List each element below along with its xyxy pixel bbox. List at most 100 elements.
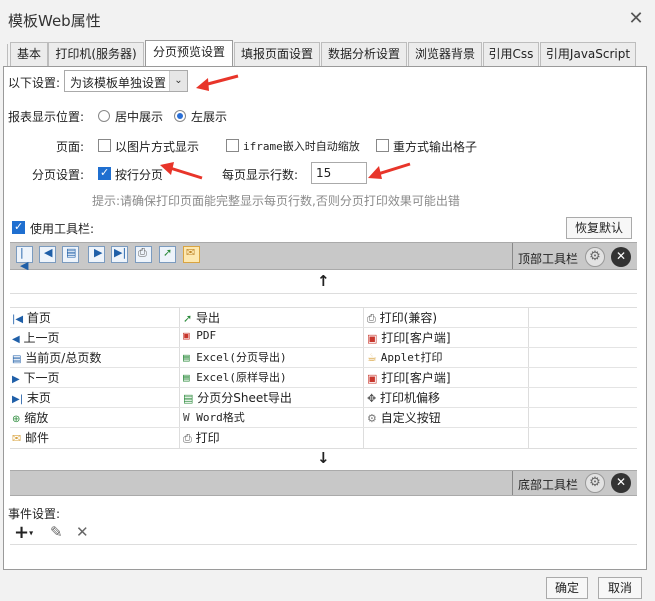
prev-page-icon: ◀ (12, 334, 20, 345)
arrow-up-icon[interactable]: ↑ (317, 272, 330, 290)
prev-page-icon[interactable]: ◀ (39, 246, 56, 263)
grid-row-divider (10, 347, 637, 348)
radio-left[interactable] (174, 110, 186, 122)
gear-icon[interactable]: ⚙ (585, 247, 605, 267)
grid-item-last-page[interactable]: ▶| 末页 (12, 389, 51, 406)
grid-item-applet-print[interactable]: ☕ Applet打印 (367, 349, 442, 365)
chevron-down-icon[interactable]: ⌄ (169, 71, 187, 91)
grid-item-first-page[interactable]: |◀ 首页 (12, 309, 51, 326)
tab-javascript[interactable]: 引用JavaScript (540, 42, 636, 66)
last-page-icon: ▶| (12, 394, 24, 405)
events-list[interactable] (10, 544, 637, 568)
toolbar-divider (512, 471, 513, 495)
excel-icon: ▤ (183, 371, 190, 384)
next-page-icon[interactable]: ▶ (88, 246, 105, 263)
mode-select-value: 为该模板单独设置 (70, 76, 167, 90)
checkbox-heavy-output[interactable] (376, 139, 389, 152)
grid-item-excel-sheet[interactable]: ▤ 分页分Sheet导出 (183, 389, 292, 406)
pdf-print-icon: ▣ (367, 372, 378, 385)
word-icon: W (183, 411, 190, 424)
print-icon[interactable]: ⎙ (135, 246, 152, 263)
grid-item-word[interactable]: W Word格式 (183, 409, 245, 425)
page-count-icon: ▤ (12, 354, 22, 365)
email-icon[interactable]: ✉ (183, 246, 200, 263)
tab-printer-server[interactable]: 打印机(服务器) (48, 42, 144, 66)
mode-select[interactable]: 为该模板单独设置 ⌄ (64, 70, 188, 92)
tab-data-analysis[interactable]: 数据分析设置 (321, 42, 407, 66)
window-title: 模板Web属性 (8, 12, 101, 30)
hint-text: 提示:请确保打印页面能完整显示每页行数,否则分页打印效果可能出错 (92, 194, 460, 208)
radio-left-label: 左展示 (191, 110, 228, 124)
radio-center-label: 居中展示 (115, 110, 164, 124)
first-page-icon[interactable]: |◀ (16, 246, 33, 272)
grid-item-excel-paged[interactable]: ▤ Excel(分页导出) (183, 349, 287, 365)
arrow-down-icon[interactable]: ↓ (317, 449, 330, 467)
paging-label: 分页设置: (32, 168, 85, 182)
close-icon[interactable]: ✕ (626, 8, 646, 29)
last-page-icon[interactable]: ▶| (111, 246, 128, 263)
excel-icon: ▤ (183, 351, 190, 364)
title-bar: 模板Web属性 ✕ (0, 0, 655, 40)
rows-per-page-input[interactable]: 15 (311, 162, 367, 184)
remove-toolbar-icon[interactable]: ✕ (611, 473, 631, 493)
radio-center[interactable] (98, 110, 110, 122)
grid-item-print-client[interactable]: ▣ 打印[客户端] (367, 329, 451, 346)
rows-per-page-label: 每页显示行数: (222, 168, 299, 182)
checkbox-paging-by-row[interactable] (98, 166, 111, 180)
export-icon[interactable]: ➚ (159, 246, 176, 263)
delete-icon[interactable]: ✕ (76, 523, 89, 541)
add-icon[interactable]: +▾ (14, 522, 33, 543)
tab-fill-page[interactable]: 填报页面设置 (234, 42, 320, 66)
grid-item-zoom[interactable]: ⊕ 缩放 (12, 409, 48, 426)
pdf-icon: ▣ (183, 329, 190, 342)
grid-item-excel-original[interactable]: ▤ Excel(原样导出) (183, 369, 287, 385)
first-page-icon: |◀ (12, 314, 24, 325)
grid-item-printer-offset[interactable]: ✥ 打印机偏移 (367, 389, 440, 406)
grid-item-print-client-2[interactable]: ▣ 打印[客户端] (367, 369, 451, 386)
annotation-arrow-icon (160, 162, 203, 180)
image-mode-label: 以图片方式显示 (115, 140, 200, 154)
checkbox-use-toolbar[interactable] (12, 220, 25, 234)
ok-button[interactable]: 确定 (546, 577, 588, 599)
edit-icon[interactable]: ✎ (50, 523, 63, 541)
position-label: 报表显示位置: (8, 110, 85, 124)
restore-default-button[interactable]: 恢复默认 (566, 217, 632, 239)
tab-edge-left (0, 44, 8, 66)
tab-basic[interactable]: 基本 (10, 42, 48, 66)
page-label: 页面: (56, 140, 85, 154)
mode-label: 以下设置: (8, 76, 61, 90)
checkbox-image-mode[interactable] (98, 139, 111, 152)
remove-toolbar-icon[interactable]: ✕ (611, 247, 631, 267)
tab-css[interactable]: 引用Css (483, 42, 539, 66)
grid-item-pdf[interactable]: ▣ PDF (183, 329, 216, 342)
print-icon: ⎙ (367, 312, 376, 325)
tab-browser-bg[interactable]: 浏览器背景 (408, 42, 482, 66)
next-page-icon: ▶ (12, 374, 20, 385)
top-toolbar-label: 顶部工具栏 (518, 252, 579, 266)
grid-item-next-page[interactable]: ▶ 下一页 (12, 369, 60, 386)
grid-row-divider (10, 407, 637, 408)
grid-row-divider (10, 327, 637, 328)
grid-row-divider (10, 367, 637, 368)
grid-item-print-compatible[interactable]: ⎙ 打印(兼容) (367, 309, 437, 326)
grid-item-custom-button[interactable]: ⚙ 自定义按钮 (367, 409, 441, 426)
use-toolbar-label: 使用工具栏: (30, 222, 95, 236)
cancel-button[interactable]: 取消 (598, 577, 642, 599)
zoom-icon: ⊕ (12, 414, 21, 425)
grid-item-page-count[interactable]: ▤ 当前页/总页数 (12, 349, 101, 366)
grid-item-export[interactable]: ➚ 导出 (183, 309, 220, 326)
page-count-icon[interactable]: ▤ (62, 246, 79, 263)
grid-row-divider (10, 387, 637, 388)
bottom-toolbar-label: 底部工具栏 (518, 478, 579, 492)
checkbox-iframe-scale[interactable] (226, 139, 239, 152)
tab-paging-preview[interactable]: 分页预览设置 (145, 40, 233, 67)
export-icon: ➚ (183, 312, 193, 325)
grid-item-print[interactable]: ⎙ 打印 (183, 429, 220, 446)
gear-icon[interactable]: ⚙ (585, 473, 605, 493)
grid-item-prev-page[interactable]: ◀ 上一页 (12, 329, 60, 346)
paging-by-row-label: 按行分页 (115, 168, 164, 182)
grid-row-divider (10, 427, 637, 428)
flash-print-icon: ▣ (367, 332, 378, 345)
grid-item-email[interactable]: ✉ 邮件 (12, 429, 49, 446)
iframe-scale-label: iframe嵌入时自动缩放 (243, 140, 360, 153)
